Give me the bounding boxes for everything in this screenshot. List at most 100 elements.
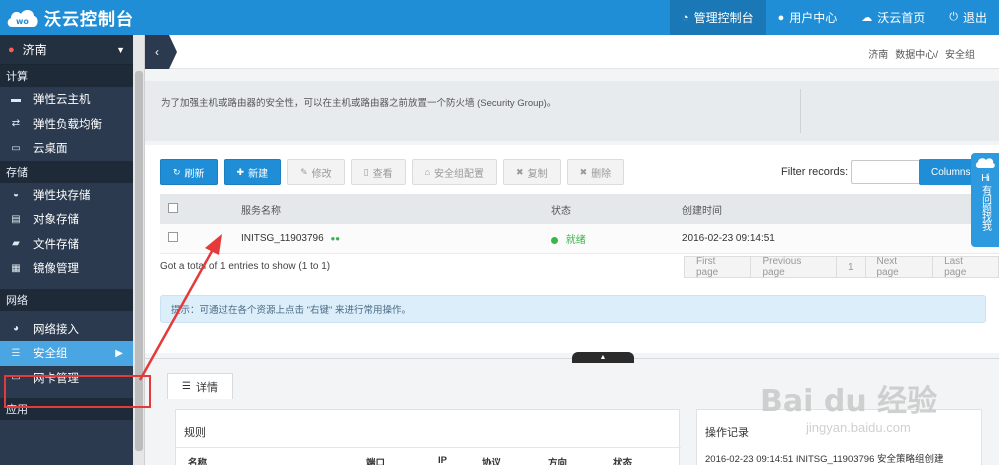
info-text: 为了加强主机或路由器的安全性，可以在主机或路由器之前放置一个防火墙 (Secur…	[161, 98, 557, 109]
column-header-created[interactable]: 创建时间	[682, 202, 999, 217]
refresh-button[interactable]: ↻ 刷新	[160, 159, 218, 185]
first-page-button[interactable]: First page	[684, 256, 752, 278]
sidebar-item-desktop[interactable]: ▭ 云桌面	[0, 136, 133, 161]
sidebar-item-elb[interactable]: ⇄ 弹性负载均衡	[0, 112, 133, 137]
sidebar-item-image-management[interactable]: ▦ 镜像管理	[0, 256, 133, 281]
drive-icon: ◒	[12, 189, 20, 201]
sidebar-section-compute: 计算	[0, 65, 133, 87]
region-label: 济南	[22, 43, 47, 57]
column-header-status[interactable]: 状态	[551, 202, 682, 217]
collapse-sidebar-button[interactable]: ‹	[145, 35, 177, 69]
security-config-button[interactable]: ⌂ 安全组配置	[411, 159, 498, 185]
server-icon: ▬	[11, 93, 21, 105]
rules-panel: 规则 名称 端口 IP 协议 方向 状态	[175, 409, 681, 465]
row-checkbox[interactable]	[168, 232, 178, 242]
sidebar-item-label: 镜像管理	[33, 263, 79, 276]
next-page-button[interactable]: Next page	[864, 256, 934, 278]
comment-icon[interactable]: ●●	[330, 234, 340, 243]
sidebar-item-object-storage[interactable]: ▤ 对象存储	[0, 207, 133, 232]
previous-page-button[interactable]: Previous page	[750, 256, 837, 278]
nav-logout-label: 退出	[962, 11, 987, 25]
delete-button[interactable]: ✖ 删除	[566, 159, 625, 185]
dashboard-icon: ◔	[681, 11, 689, 24]
log-entry: 2016-02-23 09:14:51 INITSG_11903796 安全策略…	[705, 454, 944, 465]
rules-title: 规则	[184, 427, 206, 439]
divider	[800, 89, 801, 133]
top-nav: ◔ 管理控制台 ● 用户中心 ☁ 沃云首页 ⏻ 退出	[669, 0, 999, 35]
sidebar-item-network-access[interactable]: ◕ 网络接入	[0, 317, 133, 342]
breadcrumb-bar: ‹ 济南 数据中心/ 安全组	[145, 35, 999, 69]
sidebar-item-ecs[interactable]: ▬ 弹性云主机	[0, 87, 133, 112]
sidebar-section-network: 网络	[0, 288, 133, 311]
refresh-icon: ↻	[173, 166, 181, 177]
panel-splitter[interactable]: ▲	[572, 352, 634, 363]
nav-user-center-label: 用户中心	[789, 11, 838, 25]
sidebar-item-security-group[interactable]: ☰ 安全组 ▶	[0, 341, 133, 366]
edit-button[interactable]: ✎ 修改	[287, 159, 345, 185]
nav-console[interactable]: ◔ 管理控制台	[669, 0, 766, 35]
sidebar-item-label: 弹性块存储	[33, 189, 91, 202]
new-button[interactable]: ✚ 新建	[223, 159, 282, 185]
rules-col-direction: 方向	[548, 458, 568, 465]
pencil-icon: ✎	[300, 166, 308, 177]
chevron-left-icon: ‹	[155, 45, 159, 59]
select-all-checkbox[interactable]	[168, 202, 178, 213]
sidebar-item-label: 网络接入	[33, 323, 79, 336]
security-config-label: 安全组配置	[434, 168, 485, 180]
entries-count: Got a total of 1 entries to show (1 to 1…	[160, 261, 331, 272]
cloud-icon: ☁	[861, 12, 873, 24]
sidebar-item-file-storage[interactable]: ▰ 文件存储	[0, 232, 133, 257]
tab-details-label: 详情	[195, 381, 218, 394]
view-button[interactable]: ▯ 查看	[350, 159, 406, 185]
globe-icon: ◕	[12, 323, 20, 335]
new-label: 新建	[248, 168, 269, 180]
rules-col-ip: IP	[438, 455, 447, 465]
last-page-button[interactable]: Last page	[932, 256, 999, 278]
sidebar-item-label: 弹性负载均衡	[33, 118, 102, 131]
document-icon: ▯	[363, 166, 369, 177]
refresh-label: 刷新	[184, 168, 205, 180]
copy-button[interactable]: ✖ 复制	[503, 159, 561, 185]
rules-col-name: 名称	[188, 458, 208, 465]
watermark-sub: jingyan.baidu.com	[806, 420, 911, 435]
desktop-icon: ▭	[11, 142, 21, 154]
filter-label: Filter records:	[781, 166, 849, 178]
breadcrumb: 济南 数据中心/ 安全组	[868, 46, 975, 61]
filter-records: Filter records:	[781, 160, 922, 184]
column-header-name[interactable]: 服务名称	[241, 202, 551, 217]
breadcrumb-item: 安全组	[945, 50, 975, 61]
nav-home[interactable]: ☁ 沃云首页	[849, 0, 937, 35]
sidebar-item-label: 弹性云主机	[33, 94, 91, 107]
tab-details[interactable]: ☰ 详情	[167, 373, 233, 399]
security-group-panel: ↻ 刷新 ✚ 新建 ✎ 修改 ▯ 查看 ⌂ 安全组配置 ✖ 复制 ✖ 删除 Fi…	[145, 145, 999, 353]
table-row[interactable]: INITSG_11903796 ●● 就绪 2016-02-23 09:14:5…	[160, 224, 999, 254]
nav-console-label: 管理控制台	[693, 11, 754, 25]
breadcrumb-item[interactable]: 数据中心/	[895, 46, 938, 61]
breadcrumb-item[interactable]: 济南	[868, 46, 888, 61]
rules-col-protocol: 协议	[482, 458, 502, 465]
pagination: First page Previous page 1 Next page Las…	[684, 256, 999, 278]
rules-col-port: 端口	[366, 458, 386, 465]
status-text: 就绪	[565, 235, 586, 246]
cloud-icon	[975, 157, 995, 169]
sidebar-item-block-storage[interactable]: ◒ 弹性块存储	[0, 183, 133, 208]
help-title: Hi	[981, 173, 990, 184]
logo[interactable]: wo 沃云控制台	[6, 5, 134, 30]
security-group-table: 服务名称 状态 创建时间 INITSG_11903796 ●● 就绪 2016-…	[160, 194, 999, 254]
sidebar-section-storage: 存储	[0, 160, 133, 183]
nav-user-center[interactable]: ● 用户中心	[766, 0, 850, 35]
list-icon: ☰	[11, 347, 21, 359]
info-panel: 为了加强主机或路由器的安全性，可以在主机或路由器之前放置一个防火墙 (Secur…	[145, 81, 999, 141]
app-title: 沃云控制台	[44, 10, 134, 29]
region-selector[interactable]: ● 济南 ▼	[0, 35, 133, 65]
filter-input[interactable]	[851, 160, 922, 184]
home-icon: ⌂	[424, 167, 431, 177]
service-name[interactable]: INITSG_11903796	[241, 233, 324, 244]
nav-logout[interactable]: ⏻ 退出	[937, 0, 999, 35]
tip-box: 提示：可通过在各个资源上点击 "右键" 来进行常用操作。	[160, 295, 986, 323]
page-number[interactable]: 1	[835, 256, 866, 278]
rules-table-header: 名称 端口 IP 协议 方向 状态	[176, 447, 681, 465]
help-widget[interactable]: Hi 有问题找我	[971, 153, 999, 247]
power-icon: ⏻	[949, 11, 958, 23]
top-bar: wo 沃云控制台 ◔ 管理控制台 ● 用户中心 ☁ 沃云首页 ⏻ 退出	[0, 0, 999, 35]
